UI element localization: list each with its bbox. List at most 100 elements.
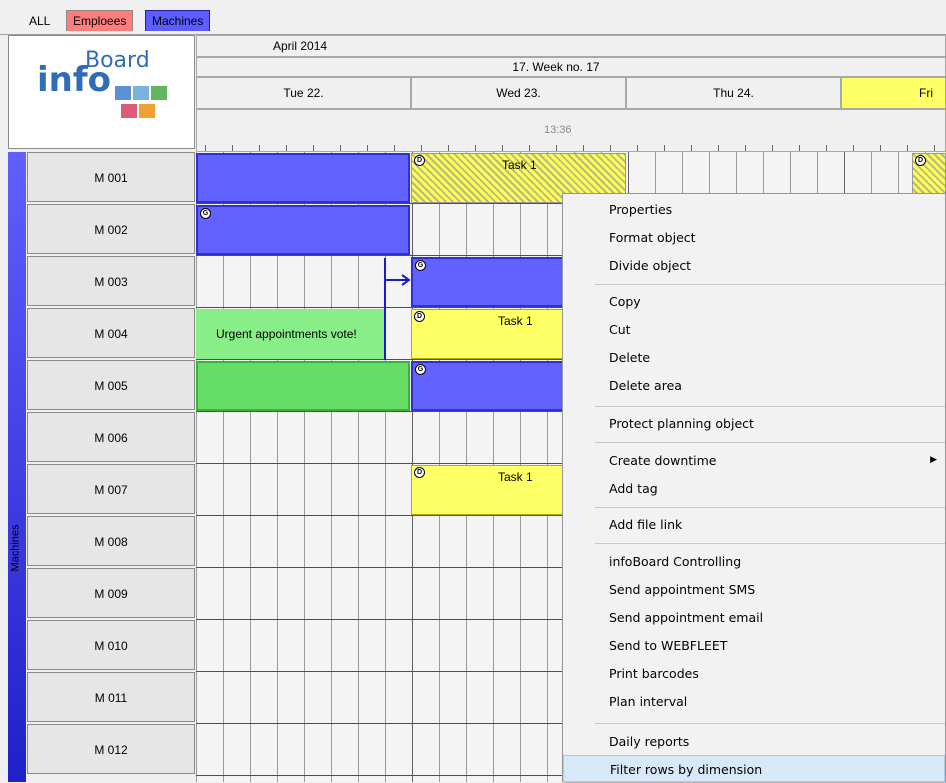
planning-object-blue[interactable]: G: [411, 257, 571, 307]
tab-machines[interactable]: Machines: [145, 10, 211, 31]
menu-item-properties[interactable]: Properties: [563, 196, 945, 223]
infoboard-logo: info Board: [8, 35, 195, 149]
menu-item-delete-area[interactable]: Delete area: [563, 372, 945, 399]
d-badge-icon: D: [414, 467, 425, 478]
ruler-tick: [826, 145, 827, 151]
urgent-label: Urgent appointments vote!: [216, 327, 357, 341]
ruler-tick: [772, 145, 773, 151]
ruler-tick: [907, 145, 908, 151]
row-label[interactable]: M 005: [27, 360, 195, 410]
tab-bar: ALL Emploees Machines: [0, 0, 946, 35]
row-label[interactable]: M 004: [27, 308, 195, 358]
ruler-tick: [286, 145, 287, 151]
g-badge-icon: G: [415, 364, 426, 375]
logo-tiles-icon: [115, 86, 167, 118]
menu-separator: [595, 406, 945, 407]
day-header-tue: Tue 22.: [196, 77, 411, 109]
row-label[interactable]: M 006: [27, 412, 195, 462]
ruler-tick: [475, 145, 476, 151]
ruler-tick: [610, 145, 611, 151]
month-label: April 2014: [273, 39, 328, 53]
month-header: April 2014: [196, 35, 946, 57]
ruler-tick: [745, 145, 746, 151]
ruler-tick: [880, 145, 881, 151]
planning-object-green[interactable]: [196, 361, 410, 411]
day-header-wed: Wed 23.: [411, 77, 626, 109]
tab-employees[interactable]: Emploees: [66, 10, 134, 31]
menu-item-print-barcodes[interactable]: Print barcodes: [563, 660, 945, 687]
row-label[interactable]: M 008: [27, 516, 195, 566]
row-label[interactable]: M 011: [27, 672, 195, 722]
ruler-tick: [934, 145, 935, 151]
ruler-tick: [340, 145, 341, 151]
menu-item-controlling[interactable]: infoBoard Controlling: [563, 548, 945, 575]
menu-item-format-object[interactable]: Format object: [563, 224, 945, 251]
task-label: Task 1: [502, 158, 537, 172]
row-label[interactable]: M 010: [27, 620, 195, 670]
menu-separator: [595, 507, 945, 508]
submenu-arrow-icon: ▶: [930, 455, 937, 465]
menu-item-plan-interval[interactable]: Plan interval: [563, 688, 945, 715]
planning-object-blue[interactable]: [196, 153, 410, 203]
ruler-tick: [718, 145, 719, 151]
d-badge-icon: D: [414, 311, 425, 322]
menu-item-divide-object[interactable]: Divide object: [563, 252, 945, 279]
menu-item-protect[interactable]: Protect planning object: [563, 410, 945, 437]
ruler-tick: [637, 145, 638, 151]
logo-board-text: Board: [85, 48, 150, 73]
row-label[interactable]: M 009: [27, 568, 195, 618]
menu-item-daily-reports[interactable]: Daily reports: [563, 728, 945, 755]
ruler-tick: [502, 145, 503, 151]
menu-separator: [595, 543, 945, 544]
machines-group-bar[interactable]: Machines: [8, 152, 26, 782]
current-time-label: 13:36: [544, 124, 572, 136]
planning-object-blue[interactable]: G: [411, 361, 571, 411]
menu-item-filter-rows[interactable]: Filter rows by dimension: [563, 755, 945, 782]
row-label[interactable]: M 002: [27, 204, 195, 254]
row-label[interactable]: M 003: [27, 256, 195, 306]
week-header: 17. Week no. 17: [196, 57, 946, 77]
create-downtime-label: Create downtime: [609, 453, 717, 468]
menu-item-copy[interactable]: Copy: [563, 288, 945, 315]
task-label: Task 1: [498, 470, 533, 484]
day-header-thu: Thu 24.: [626, 77, 841, 109]
row-label[interactable]: M 012: [27, 724, 195, 774]
ruler-tick: [232, 145, 233, 151]
row-label[interactable]: M 001: [27, 152, 195, 202]
menu-item-send-sms[interactable]: Send appointment SMS: [563, 576, 945, 603]
ruler-tick: [313, 145, 314, 151]
menu-item-create-downtime[interactable]: Create downtime ▶: [563, 447, 945, 474]
ruler-tick: [394, 145, 395, 151]
menu-separator: [595, 723, 945, 724]
ruler-tick: [367, 145, 368, 151]
planning-object-task1[interactable]: D Task 1: [411, 465, 571, 515]
g-badge-icon: G: [200, 208, 211, 219]
task-label: Task 1: [498, 314, 533, 328]
menu-separator: [595, 284, 945, 285]
d-badge-icon: D: [414, 155, 425, 166]
menu-item-add-file-link[interactable]: Add file link: [563, 511, 945, 538]
menu-item-cut[interactable]: Cut: [563, 316, 945, 343]
menu-item-send-webfleet[interactable]: Send to WEBFLEET: [563, 632, 945, 659]
ruler-tick: [853, 145, 854, 151]
ruler-tick: [556, 145, 557, 151]
ruler-tick: [421, 145, 422, 151]
planning-object-blue[interactable]: G: [196, 205, 410, 255]
d-badge-icon: D: [915, 155, 926, 166]
context-menu: Properties Format object Divide object C…: [562, 193, 946, 782]
tab-all[interactable]: ALL: [22, 10, 58, 31]
planning-object-task1[interactable]: D Task 1: [411, 309, 571, 359]
ruler-tick: [529, 145, 530, 151]
machines-group-label: Machines: [9, 524, 22, 572]
row-label[interactable]: M 007: [27, 464, 195, 514]
day-header-fri: Fri: [841, 77, 946, 109]
ruler-tick: [691, 145, 692, 151]
menu-item-add-tag[interactable]: Add tag: [563, 475, 945, 502]
week-label: 17. Week no. 17: [512, 60, 600, 74]
planning-object-urgent[interactable]: Urgent appointments vote!: [196, 309, 386, 359]
ruler-tick: [583, 145, 584, 151]
menu-item-delete[interactable]: Delete: [563, 344, 945, 371]
menu-item-send-email[interactable]: Send appointment email: [563, 604, 945, 631]
ruler-tick: [205, 145, 206, 151]
ruler-tick: [448, 145, 449, 151]
